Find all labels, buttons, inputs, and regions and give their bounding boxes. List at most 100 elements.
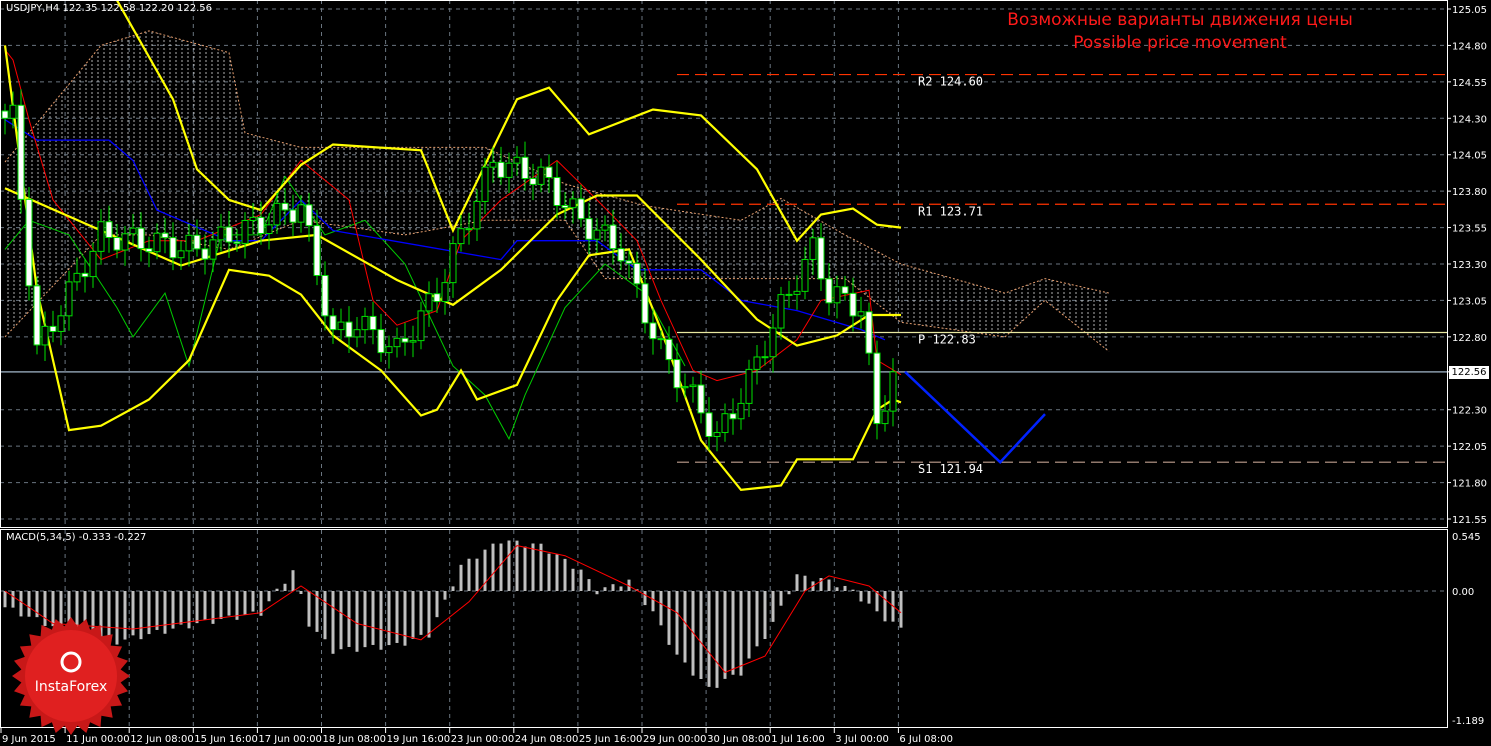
candle-body <box>233 241 241 244</box>
price-tick-label: 123.30 <box>1452 260 1487 271</box>
candle-body <box>753 356 761 370</box>
symbol-header: USDJPY,H4 122.35 122.58 122.20 122.56 <box>6 3 212 14</box>
candle-body <box>841 286 849 294</box>
macd-tick-label: -1.189 <box>1452 716 1484 727</box>
candle-body <box>393 337 401 348</box>
price-tick-label: 122.80 <box>1452 333 1487 344</box>
annotation-ru: Возможные варианты движения цены <box>1007 10 1353 30</box>
candle-body <box>689 384 697 388</box>
candle-body <box>777 294 785 329</box>
price-tick-label: 122.05 <box>1452 442 1487 453</box>
candle <box>689 376 697 403</box>
candle <box>321 261 329 331</box>
price-tick-label: 124.55 <box>1452 78 1487 89</box>
candle <box>697 370 705 424</box>
candle-body <box>545 166 553 178</box>
candle <box>865 302 873 366</box>
price-tick-label: 125.05 <box>1452 5 1487 16</box>
price-tick-label: 124.30 <box>1452 114 1487 125</box>
time-tick-label: 30 Jun 08:00 <box>707 734 771 745</box>
candle-body <box>417 310 425 342</box>
candle-body <box>217 226 225 241</box>
level-label: S1 121.94 <box>918 462 983 476</box>
candle-body <box>585 218 593 240</box>
forecast-path-line <box>904 370 1046 464</box>
candle <box>793 275 801 310</box>
candle <box>33 276 41 355</box>
price-tick-label: 122.30 <box>1452 406 1487 417</box>
current-price-label: 122.56 <box>1449 366 1489 379</box>
candle-body <box>113 236 121 251</box>
candle-body <box>681 386 689 389</box>
candle-body <box>457 228 465 245</box>
candle-body <box>649 322 657 340</box>
candle-body <box>345 321 353 338</box>
candle-body <box>193 234 201 250</box>
candle-body <box>385 346 393 354</box>
candle <box>449 236 457 298</box>
macd-header: MACD(5,34,5) -0.333 -0.227 <box>6 532 147 543</box>
price-tick-label: 124.80 <box>1452 41 1487 52</box>
candle-body <box>633 262 641 285</box>
candle-body <box>177 250 185 259</box>
candle-body <box>825 278 833 304</box>
price-tick-label: 123.55 <box>1452 224 1487 235</box>
candle <box>785 280 793 308</box>
candle-body <box>129 227 137 235</box>
candle <box>673 343 681 403</box>
candle-body <box>241 219 249 244</box>
candle-body <box>441 282 449 303</box>
candle-body <box>505 162 513 178</box>
candle-body <box>369 315 377 331</box>
candle <box>49 310 57 343</box>
candle-body <box>49 325 57 332</box>
candle <box>777 286 785 340</box>
candle-body <box>41 325 49 346</box>
candle-body <box>257 216 265 235</box>
macd-tick-label: 0.00 <box>1452 587 1474 598</box>
macd-signal-line <box>4 545 902 674</box>
candle-body <box>889 371 897 412</box>
candle-body <box>849 292 857 317</box>
candle-body <box>313 225 321 276</box>
candle <box>873 340 881 440</box>
candle-body <box>553 176 561 207</box>
candle <box>737 388 745 430</box>
instaforex-logo: InstaForex <box>12 617 130 735</box>
candle <box>833 275 841 319</box>
candle-body <box>529 178 537 185</box>
candle <box>769 313 777 373</box>
candle-body <box>481 166 489 202</box>
candle-body <box>809 237 817 260</box>
candle-body <box>377 329 385 354</box>
candle-body <box>57 315 65 332</box>
candle <box>745 359 753 417</box>
candle <box>401 322 409 356</box>
candle <box>705 397 713 451</box>
candle-body <box>9 104 17 119</box>
level-label: R1 123.71 <box>918 204 983 218</box>
candle-body <box>593 229 601 240</box>
candle-body <box>433 293 441 303</box>
candle-body <box>281 202 289 211</box>
candle-body <box>145 248 153 253</box>
time-tick-label: 1 Jul 16:00 <box>771 734 825 745</box>
candle <box>433 277 441 313</box>
time-tick-label: 12 Jun 08:00 <box>130 734 194 745</box>
candle <box>385 335 393 369</box>
price-tick-label: 123.05 <box>1452 296 1487 307</box>
candle <box>409 325 417 358</box>
candle <box>369 301 377 345</box>
logo-text: InstaForex <box>34 679 108 695</box>
candle-body <box>225 226 233 243</box>
time-tick-label: 24 Jun 08:00 <box>515 734 579 745</box>
time-tick-label: 9 Jun 2015 <box>2 734 56 745</box>
candle-body <box>881 410 889 425</box>
time-tick-label: 17 Jun 00:00 <box>258 734 322 745</box>
price-chart[interactable]: R2 124.60 R1 123.71 P 122.83 S1 121.94 125.… <box>0 0 1491 746</box>
candle-body <box>1 110 9 119</box>
candle-body <box>337 321 345 331</box>
candle <box>89 242 97 288</box>
candle-body <box>801 258 809 292</box>
candle-body <box>25 198 33 287</box>
